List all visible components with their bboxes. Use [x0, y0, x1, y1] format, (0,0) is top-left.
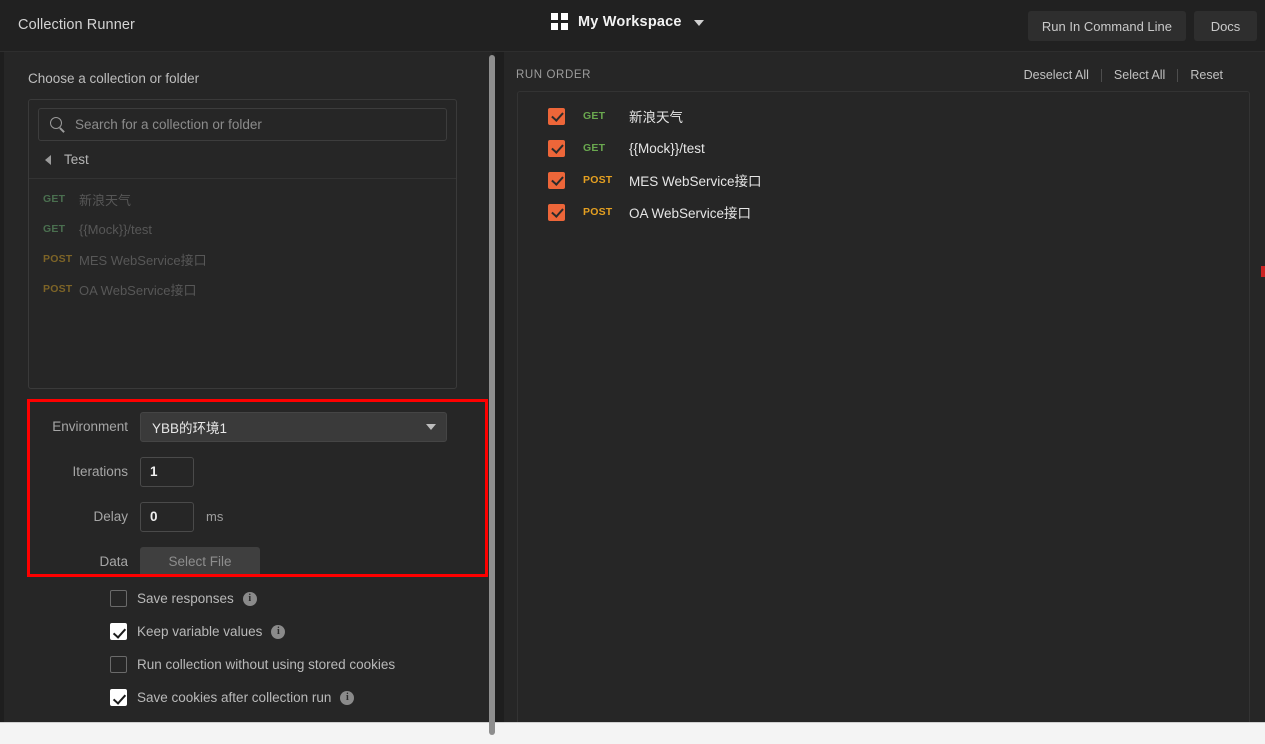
select-all-button[interactable]: Select All [1102, 68, 1177, 82]
info-icon[interactable]: i [271, 624, 286, 639]
request-name: {{Mock}}/test [629, 140, 705, 156]
environment-value: YBB的环境1 [152, 420, 228, 436]
table-row[interactable]: POST MES WebService接口 [518, 164, 1249, 196]
delay-input[interactable] [140, 501, 194, 532]
left-panel: Choose a collection or folder Test GET 新… [0, 52, 492, 744]
option-label: Run collection without using stored cook… [137, 657, 396, 672]
option-keep-variable-values[interactable]: Keep variable values i [0, 615, 492, 648]
right-panel: RUN ORDER Deselect All Select All Reset … [504, 52, 1265, 744]
request-name: MES WebService接口 [79, 252, 207, 268]
option-label: Save cookies after collection run [137, 690, 332, 705]
run-order-list: GET 新浪天气 GET {{Mock}}/test POST MES WebS… [517, 91, 1250, 744]
option-save-responses[interactable]: Save responses i [0, 582, 492, 615]
breadcrumb[interactable]: Test [29, 141, 456, 179]
edge-marker [1261, 266, 1265, 277]
method-badge: POST [583, 174, 613, 186]
search-input[interactable] [66, 117, 446, 132]
checkbox[interactable] [548, 139, 565, 157]
chevron-down-icon [426, 423, 436, 430]
data-label: Data [99, 554, 128, 569]
checkbox[interactable] [548, 107, 565, 125]
option-label: Save responses [137, 591, 234, 606]
checkbox[interactable] [110, 590, 127, 607]
request-name: 新浪天气 [79, 192, 132, 208]
list-item[interactable]: POST OA WebService接口 [29, 274, 456, 304]
search-box[interactable] [38, 108, 447, 141]
option-label: Keep variable values [137, 624, 263, 639]
request-name: MES WebService接口 [629, 174, 762, 189]
table-row[interactable]: GET 新浪天气 [518, 100, 1249, 132]
iterations-input[interactable] [140, 456, 194, 487]
run-in-command-line-button[interactable]: Run In Command Line [1027, 11, 1186, 41]
checkbox[interactable] [548, 203, 565, 221]
checkbox[interactable] [548, 171, 565, 189]
info-icon[interactable]: i [340, 690, 355, 705]
panel-left-edge [0, 52, 4, 722]
iterations-row: Iterations [0, 449, 492, 494]
environment-row: Environment YBB的环境1 [0, 404, 492, 449]
method-badge: GET [43, 223, 66, 235]
run-order-title: RUN ORDER [516, 69, 592, 81]
method-badge: GET [583, 142, 606, 154]
delay-row: Delay ms [0, 494, 492, 539]
table-row[interactable]: GET {{Mock}}/test [518, 132, 1249, 164]
data-row: Data Select File [0, 539, 492, 584]
choose-collection-heading: Choose a collection or folder [28, 71, 200, 86]
collection-picker: Test GET 新浪天气 GET {{Mock}}/test POST MES… [28, 99, 457, 389]
deselect-all-button[interactable]: Deselect All [1012, 68, 1101, 82]
method-badge: GET [583, 110, 606, 122]
info-icon[interactable]: i [242, 591, 257, 606]
workspace-label: My Workspace [578, 13, 682, 30]
environment-select[interactable]: YBB的环境1 [140, 411, 447, 442]
run-options: Save responses i Keep variable values i … [0, 582, 492, 714]
request-name: 新浪天气 [629, 110, 683, 125]
app-title: Collection Runner [18, 17, 135, 33]
option-no-stored-cookies[interactable]: Run collection without using stored cook… [0, 648, 492, 681]
vertical-scrollbar[interactable] [489, 55, 495, 735]
docs-button[interactable]: Docs [1194, 11, 1257, 41]
list-item[interactable]: GET 新浪天气 [29, 184, 456, 214]
chevron-left-icon [45, 154, 51, 165]
chevron-down-icon [693, 19, 704, 26]
request-name: {{Mock}}/test [79, 221, 152, 237]
method-badge: POST [43, 283, 73, 295]
table-row[interactable]: POST OA WebService接口 [518, 196, 1249, 228]
top-bar: Collection Runner My Workspace Run In Co… [0, 0, 1265, 52]
grid-icon [551, 13, 568, 30]
checkbox[interactable] [110, 656, 127, 673]
workspace-selector[interactable]: My Workspace [551, 13, 704, 30]
checkbox[interactable] [110, 623, 127, 640]
environment-label: Environment [52, 419, 128, 434]
request-list: GET 新浪天气 GET {{Mock}}/test POST MES WebS… [29, 179, 456, 304]
reset-button[interactable]: Reset [1178, 68, 1235, 82]
run-settings-form: Environment YBB的环境1 Iterations Delay ms … [0, 404, 492, 584]
list-item[interactable]: POST MES WebService接口 [29, 244, 456, 274]
delay-label: Delay [93, 509, 128, 524]
iterations-label: Iterations [72, 464, 128, 479]
search-icon [50, 116, 66, 133]
breadcrumb-label: Test [64, 152, 89, 167]
collection-runner-window: Collection Runner My Workspace Run In Co… [0, 0, 1265, 744]
window-bottom-strip [0, 722, 1265, 744]
option-save-cookies[interactable]: Save cookies after collection run i [0, 681, 492, 714]
select-file-button[interactable]: Select File [140, 546, 260, 577]
method-badge: POST [43, 253, 73, 265]
panel-divider [495, 52, 504, 722]
checkbox[interactable] [110, 689, 127, 706]
request-name: OA WebService接口 [79, 282, 197, 298]
list-item[interactable]: GET {{Mock}}/test [29, 214, 456, 244]
run-order-header: RUN ORDER Deselect All Select All Reset [504, 52, 1265, 92]
method-badge: POST [583, 206, 613, 218]
method-badge: GET [43, 193, 66, 205]
request-name: OA WebService接口 [629, 206, 752, 221]
run-order-actions: Deselect All Select All Reset [1012, 68, 1235, 82]
delay-unit-label: ms [206, 509, 224, 524]
